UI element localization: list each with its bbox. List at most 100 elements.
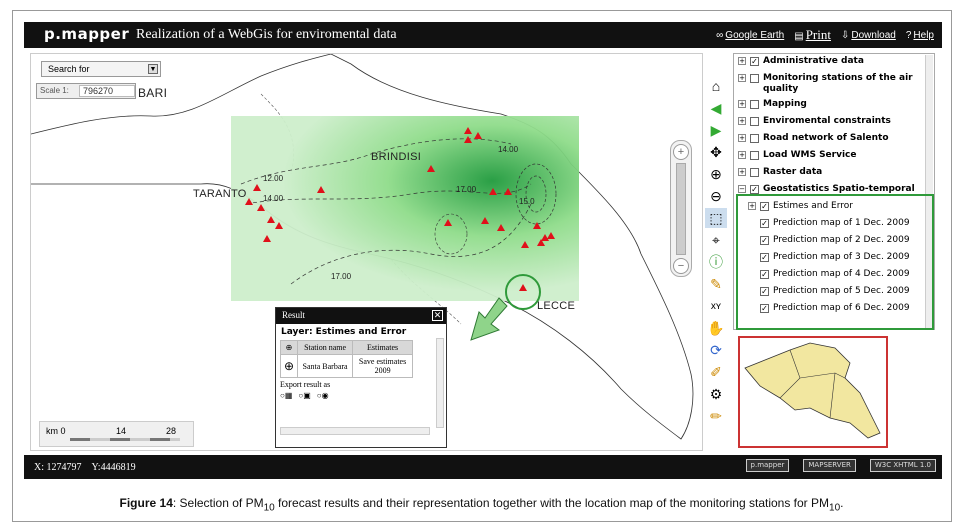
layer-road-network[interactable]: + Road network of Salento [734,131,934,148]
measure-icon[interactable]: ✎ [705,274,727,294]
expand-icon[interactable]: + [738,151,746,159]
expand-icon[interactable]: + [738,57,746,65]
layer-label: Raster data [763,167,823,177]
city-label-lecce: LECCE [537,300,576,312]
zoom-in-button[interactable]: + [673,144,689,160]
estimate-cell: Save estimates 2009 [352,354,414,378]
table-row[interactable]: ⊕ Santa Barbara Save estimates 2009 [279,354,414,378]
reference-region [744,342,881,439]
export-label: Export result as [280,380,331,389]
y-coordinate: Y:4446819 [91,462,136,473]
city-label-taranto: TARANTO [193,188,247,200]
w3c-badge[interactable]: W3C XHTML 1.0 [869,459,936,472]
refresh-icon[interactable]: ⟳ [705,340,727,360]
scale-label: Scale 1: [40,86,69,95]
layer-raster-data[interactable]: + Raster data [734,165,934,182]
figure-caption: Figure 14: Selection of PM10 forecast re… [0,496,963,513]
zoom-in-icon[interactable]: ⊕ [705,164,727,184]
expand-icon[interactable]: + [738,168,746,176]
layer-enviromental-constraints[interactable]: + Enviromental constraints [734,114,934,131]
zoom-track[interactable] [676,163,686,255]
layer-checkbox[interactable] [750,100,759,109]
result-layer-label: Layer: Estimes and Error [281,327,407,337]
back-arrow-icon[interactable]: ◀ [705,98,727,118]
zoom-box-icon[interactable]: ⬚ [705,208,727,228]
table-header-row: ⊕ Station name Estimates [279,340,414,355]
contour-label: 17.00 [331,272,352,281]
city-label-bari: BARI [138,86,168,100]
select-icon[interactable]: ⌖ [705,230,727,250]
settings-icon[interactable]: ⚙ [705,384,727,404]
result-table: ⊕ Station name Estimates ⊕ Santa Barbara… [279,340,414,378]
download-icon: ⇩ [840,29,850,41]
expand-icon[interactable]: + [738,134,746,142]
km-scale-label: 28 [166,426,177,436]
result-window[interactable]: Result ✕ Layer: Estimes and Error ⊕ Stat… [275,307,447,448]
result-titlebar[interactable]: Result ✕ [276,308,446,324]
download-link[interactable]: ⇩ Download [841,30,896,41]
export-option-pdf[interactable]: ○▣ [298,391,310,400]
layer-label: Road network of Salento [763,133,889,143]
caption-subscript: 10 [263,502,275,514]
layer-checkbox[interactable] [750,168,759,177]
x-coordinate: X: 1274797 [34,462,82,473]
layer-checkbox[interactable]: ✓ [750,185,759,194]
scale-box: Scale 1: 796270 [36,83,136,99]
zoom-slider[interactable]: + − [670,140,692,277]
coordinates-icon[interactable]: xʏ [705,296,727,316]
result-vertical-scrollbar[interactable] [436,338,444,428]
layer-wms-service[interactable]: + Load WMS Service [734,148,934,165]
layer-checkbox[interactable] [750,74,759,83]
close-icon[interactable]: ✕ [432,310,443,321]
reference-map[interactable] [738,336,888,448]
forward-arrow-icon[interactable]: ▶ [705,120,727,140]
print-link[interactable]: ▤ Print [794,27,831,43]
contour-label: 17.00 [456,185,477,194]
export-option-xls[interactable]: ○▦ [280,391,292,400]
hand-icon[interactable]: ✋ [705,318,727,338]
pmapper-badge[interactable]: p.mapper [745,459,790,472]
ruler-icon[interactable]: ✐ [705,362,727,382]
mapserver-badge[interactable]: MAPSERVER [803,459,856,472]
layer-label: Monitoring stations of the air quality [763,73,913,94]
layer-administrative-data[interactable]: + ✓ Administrative data [734,54,934,71]
expand-icon[interactable]: + [738,117,746,125]
layer-checkbox[interactable] [750,151,759,160]
home-icon[interactable]: ⌂ [705,76,727,96]
locate-icon: ⊕ [279,340,299,355]
contour-label: 14.00 [498,145,519,154]
header-bar: p.mapper Realization of a WebGis for env… [24,22,942,48]
expand-icon[interactable]: + [738,74,746,82]
pan-icon[interactable]: ✥ [705,142,727,162]
info-icon[interactable]: ⓘ [705,252,727,272]
caption-subscript: 10 [829,502,841,514]
city-label-brindisi: BRINDISI [371,151,422,163]
result-horizontal-scrollbar[interactable] [280,427,430,435]
google-earth-link[interactable]: ∞ Google Earth [716,30,784,41]
column-header: Estimates [352,340,414,355]
search-select[interactable]: Search for ▼ [41,61,161,77]
help-link[interactable]: ? Help [906,30,934,41]
scale-input[interactable]: 796270 [79,85,135,97]
glasses-icon: ∞ [716,29,724,41]
collapse-icon[interactable]: − [738,185,746,193]
layer-checkbox[interactable]: ✓ [750,57,759,66]
chevron-down-icon[interactable]: ▼ [148,64,158,74]
layer-checkbox[interactable] [750,117,759,126]
brand-logo: p.mapper [44,25,130,43]
export-option-kml[interactable]: ○◉ [317,391,329,400]
km-scale-label: 14 [116,426,127,436]
zoom-out-button[interactable]: − [673,258,689,274]
expand-icon[interactable]: + [738,100,746,108]
layer-mapping[interactable]: + Mapping [734,97,934,114]
station-name-cell: Santa Barbara [297,354,354,378]
layer-checkbox[interactable] [750,134,759,143]
reference-map-canvas [744,342,881,439]
layer-monitoring-stations[interactable]: + Monitoring stations of the air quality [734,71,934,97]
pencil-icon[interactable]: ✏ [705,406,727,426]
prediction-surface [231,116,579,301]
zoom-out-icon[interactable]: ⊖ [705,186,727,206]
km-scale: km 0 14 28 [39,421,194,447]
column-header: Station name [297,340,354,355]
zoom-to-icon[interactable]: ⊕ [279,354,299,378]
